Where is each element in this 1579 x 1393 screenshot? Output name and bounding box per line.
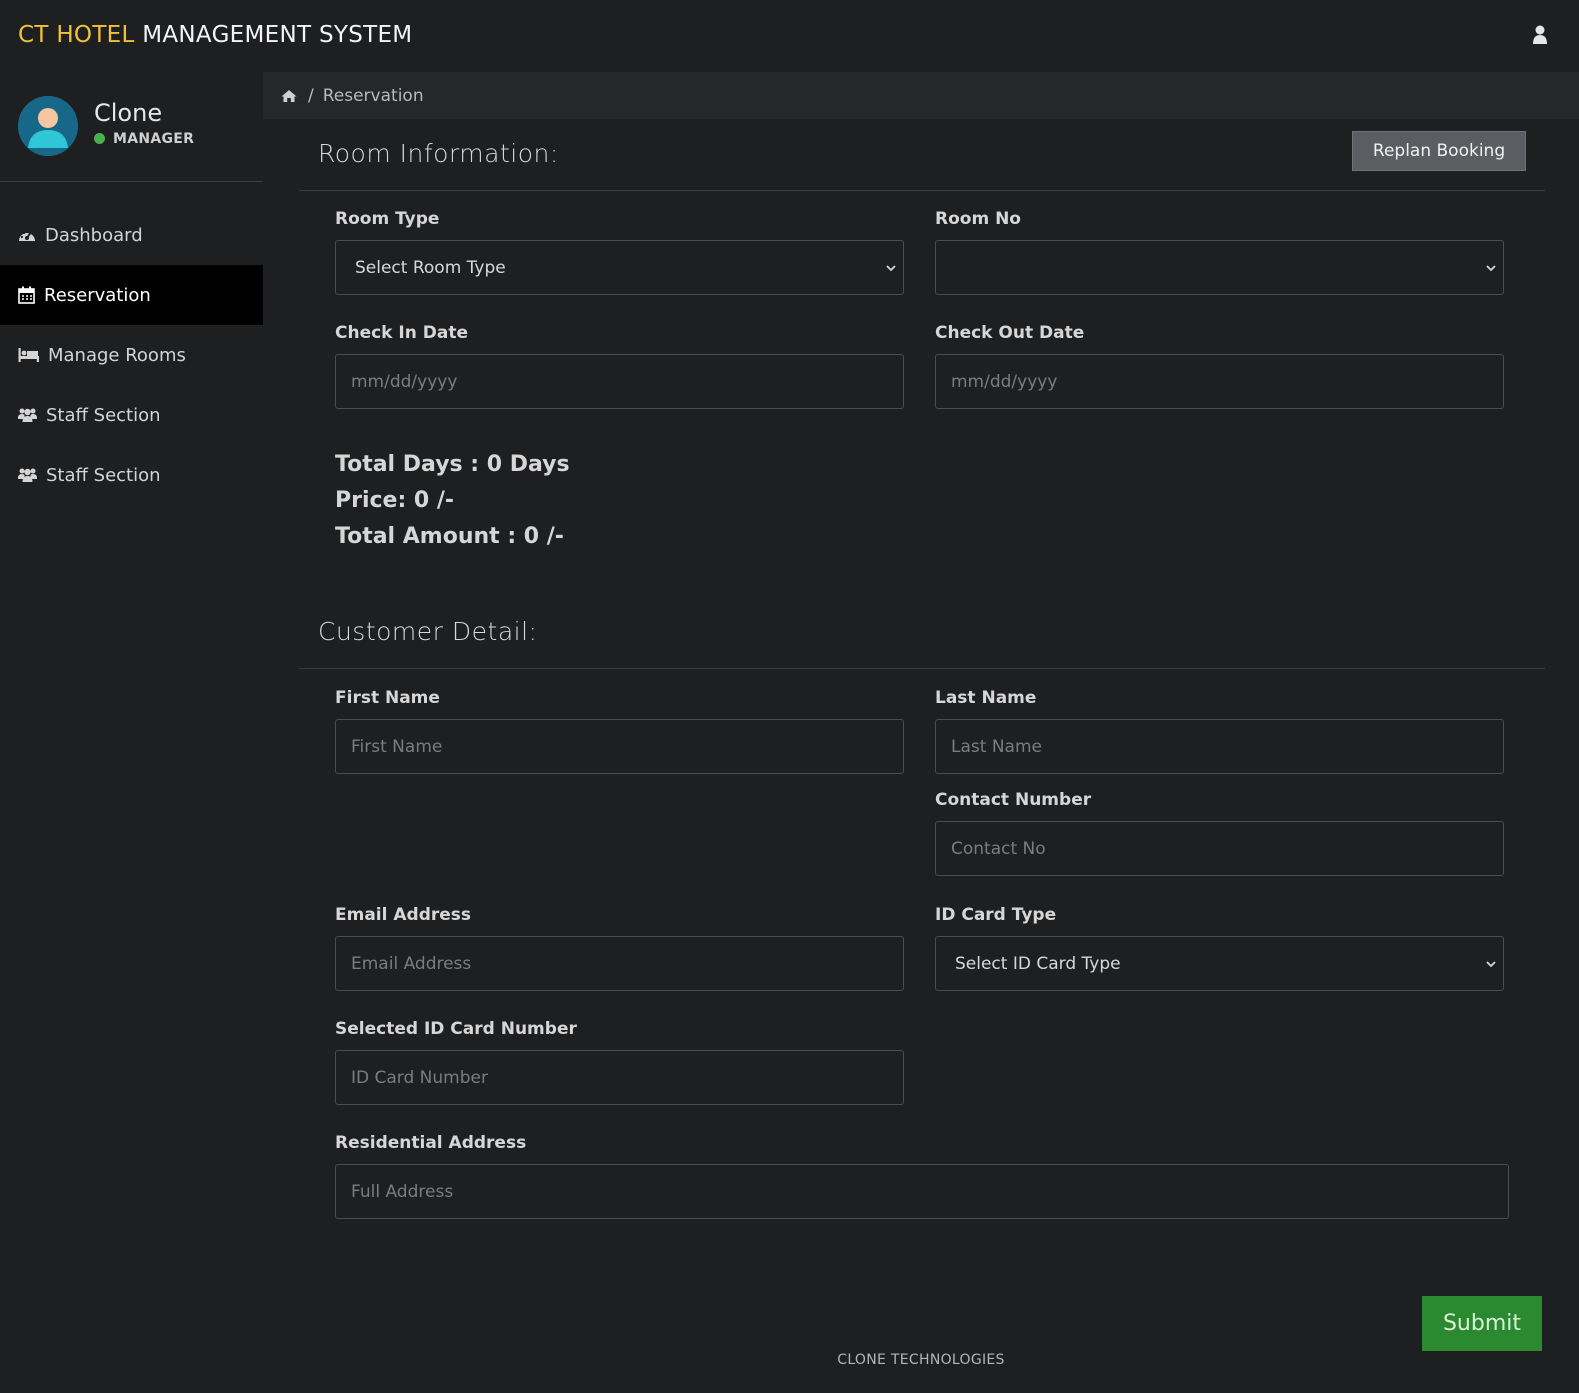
brand-accent: CT HOTEL: [18, 22, 135, 48]
id-type-label: ID Card Type: [935, 905, 1057, 925]
users-icon: [18, 468, 37, 482]
address-field: Residential Address Full Address: [335, 1133, 1509, 1219]
room-no-field: Room No: [935, 209, 1504, 295]
room-section-title: Room Information:: [318, 139, 559, 168]
top-header: CT HOTEL MANAGEMENT SYSTEM: [0, 0, 1579, 70]
sidebar-item-dashboard[interactable]: Dashboard: [0, 205, 263, 265]
room-type-field: Room Type Select Room Type: [335, 209, 904, 295]
sidebar-item-label: Reservation: [44, 284, 151, 306]
breadcrumb: / Reservation: [263, 72, 1579, 119]
email-label: Email Address: [335, 905, 472, 925]
room-type-value: Select Room Type: [355, 257, 506, 278]
email-placeholder: Email Address: [351, 953, 472, 974]
id-number-input[interactable]: ID Card Number: [335, 1050, 904, 1105]
profile-name: Clone: [94, 98, 163, 127]
sidebar: Clone MANAGER Dashboard Reservation Mana…: [0, 70, 263, 1393]
sidebar-item-label: Dashboard: [45, 224, 143, 246]
breadcrumb-separator: /: [308, 85, 314, 106]
last-name-input[interactable]: Last Name: [935, 719, 1504, 774]
price: Price: 0 /-: [335, 488, 455, 513]
online-status-dot: [94, 133, 105, 144]
address-input[interactable]: Full Address: [335, 1164, 1509, 1219]
id-type-value: Select ID Card Type: [955, 953, 1121, 974]
total-amount: Total Amount : 0 /-: [335, 524, 564, 549]
user-icon[interactable]: [1531, 24, 1549, 46]
submit-button[interactable]: Submit: [1422, 1296, 1542, 1351]
check-out-date-input[interactable]: mm/dd/yyyy: [935, 354, 1504, 409]
booking-summary: Total Days : 0 Days Price: 0 /- Total Am…: [335, 447, 570, 555]
address-label: Residential Address: [335, 1133, 527, 1153]
profile-role: MANAGER: [94, 131, 194, 147]
check-in-placeholder: mm/dd/yyyy: [351, 371, 458, 392]
role-label: MANAGER: [113, 130, 195, 147]
last-name-field: Last Name Last Name: [935, 688, 1504, 774]
email-field: Email Address Email Address: [335, 905, 904, 991]
check-out-label: Check Out Date: [935, 323, 1085, 343]
sidebar-menu: Dashboard Reservation Manage Rooms Staff…: [0, 205, 263, 505]
chevron-down-icon: [1486, 265, 1496, 272]
home-icon[interactable]: [281, 89, 297, 103]
sidebar-item-label: Manage Rooms: [48, 344, 186, 366]
room-type-label: Room Type: [335, 209, 440, 229]
chevron-down-icon: [1486, 961, 1496, 968]
id-number-placeholder: ID Card Number: [351, 1067, 488, 1088]
check-in-field: Check In Date mm/dd/yyyy: [335, 323, 904, 409]
bed-icon: [18, 348, 39, 362]
avatar-icon: [18, 95, 78, 156]
room-no-label: Room No: [935, 209, 1021, 229]
room-type-select[interactable]: Select Room Type: [335, 240, 904, 295]
customer-section-title: Customer Detail:: [318, 617, 538, 646]
check-in-date-input[interactable]: mm/dd/yyyy: [335, 354, 904, 409]
first-name-placeholder: First Name: [351, 736, 443, 757]
app-title: CT HOTEL MANAGEMENT SYSTEM: [18, 22, 412, 48]
sidebar-item-label: Staff Section: [46, 404, 161, 426]
room-no-select[interactable]: [935, 240, 1504, 295]
users-icon: [18, 408, 37, 422]
avatar: [18, 95, 78, 156]
id-number-field: Selected ID Card Number ID Card Number: [335, 1019, 904, 1105]
id-number-label: Selected ID Card Number: [335, 1019, 577, 1039]
breadcrumb-current: Reservation: [322, 85, 424, 106]
sidebar-item-label: Staff Section: [46, 464, 161, 486]
first-name-field: First Name First Name: [335, 688, 904, 774]
chevron-down-icon: [886, 265, 896, 272]
room-section-header: Room Information: Replan Booking: [299, 119, 1545, 191]
address-placeholder: Full Address: [351, 1181, 454, 1202]
check-out-field: Check Out Date mm/dd/yyyy: [935, 323, 1504, 409]
check-in-label: Check In Date: [335, 323, 468, 343]
contact-placeholder: Contact No: [951, 838, 1046, 859]
id-type-field: ID Card Type Select ID Card Type: [935, 905, 1504, 991]
email-input[interactable]: Email Address: [335, 936, 904, 991]
sidebar-item-reservation[interactable]: Reservation: [0, 265, 263, 325]
brand-rest: MANAGEMENT SYSTEM: [142, 22, 413, 48]
id-type-select[interactable]: Select ID Card Type: [935, 936, 1504, 991]
sidebar-item-manage-rooms[interactable]: Manage Rooms: [0, 325, 263, 385]
last-name-placeholder: Last Name: [951, 736, 1042, 757]
sidebar-item-staff-section[interactable]: Staff Section: [0, 445, 263, 505]
dashboard-icon: [19, 230, 35, 241]
first-name-input[interactable]: First Name: [335, 719, 904, 774]
contact-field: Contact Number Contact No: [935, 790, 1504, 876]
last-name-label: Last Name: [935, 688, 1037, 708]
first-name-label: First Name: [335, 688, 440, 708]
total-days: Total Days : 0 Days: [335, 452, 570, 477]
contact-label: Contact Number: [935, 790, 1092, 810]
contact-input[interactable]: Contact No: [935, 821, 1504, 876]
customer-section-header: Customer Detail:: [299, 597, 1545, 669]
footer-text: CLONE TECHNOLOGIES: [837, 1352, 1005, 1368]
calendar-icon: [18, 286, 35, 304]
replan-booking-button[interactable]: Replan Booking: [1352, 131, 1526, 171]
check-out-placeholder: mm/dd/yyyy: [951, 371, 1058, 392]
sidebar-item-staff-section[interactable]: Staff Section: [0, 385, 263, 445]
user-profile: Clone MANAGER: [0, 70, 263, 182]
